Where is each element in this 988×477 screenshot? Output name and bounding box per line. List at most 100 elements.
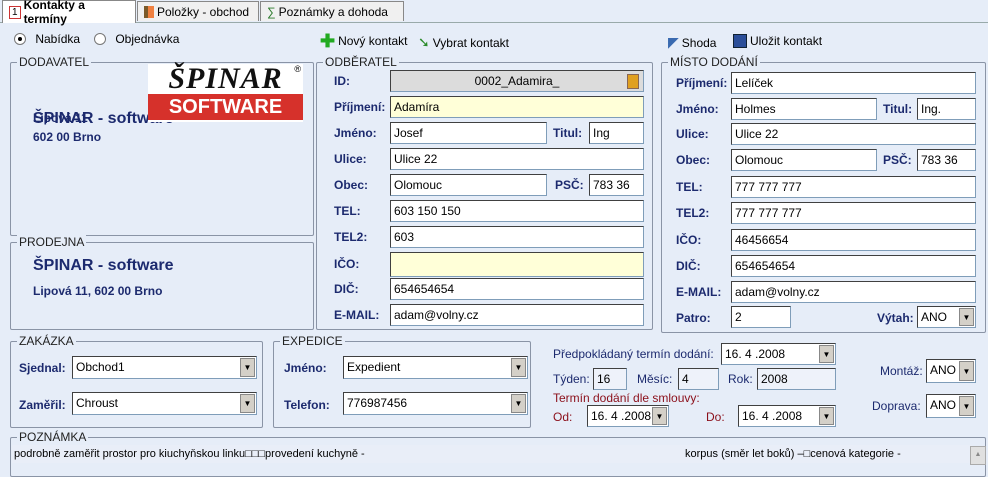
chevron-down-icon[interactable]: ▼ bbox=[240, 394, 255, 413]
match-button[interactable]: ◤ Shoda bbox=[668, 34, 716, 51]
to-label: Do: bbox=[706, 410, 725, 424]
note-textarea[interactable]: podrobně zaměřit prostor pro kiuchyňskou… bbox=[12, 445, 972, 463]
month-field[interactable]: 4 bbox=[678, 368, 719, 390]
email-field[interactable]: adam@volny.cz bbox=[390, 304, 644, 326]
tab-poznamky[interactable]: ∑ Poznámky a dohoda bbox=[260, 1, 404, 21]
chevron-down-icon[interactable]: ▼ bbox=[959, 361, 974, 381]
name-field[interactable]: Josef bbox=[390, 122, 547, 144]
shipping-name-label: Jméno: bbox=[284, 361, 327, 375]
email-label: E-MAIL: bbox=[334, 308, 380, 322]
tel-field[interactable]: 603 150 150 bbox=[390, 200, 644, 222]
chevron-down-icon[interactable]: ▼ bbox=[959, 396, 974, 416]
to-date-select[interactable]: 16. 4 .2008 ▼ bbox=[738, 405, 836, 427]
delivery-surname-label: Příjmení: bbox=[676, 76, 728, 90]
group-title: ZAKÁZKA bbox=[17, 334, 76, 348]
agreed-label: Sjednal: bbox=[19, 361, 66, 375]
lift-label: Výtah: bbox=[877, 311, 914, 325]
new-contact-button[interactable]: ✚ Nový kontakt bbox=[320, 31, 407, 51]
transport-select[interactable]: ANO ▼ bbox=[926, 394, 976, 418]
delivery-title-label: Titul: bbox=[883, 102, 913, 116]
ico-field[interactable] bbox=[390, 252, 644, 277]
radio-nabidka[interactable]: Nabídka bbox=[14, 32, 80, 46]
group-title: POZNÁMKA bbox=[17, 430, 89, 444]
tab-polozky[interactable]: Položky - obchod bbox=[137, 1, 259, 21]
delivery-email-field[interactable]: adam@volny.cz bbox=[731, 281, 976, 303]
group-title: DODAVATEL bbox=[17, 55, 92, 69]
zip-field[interactable]: 783 36 bbox=[589, 174, 644, 196]
delivery-name-field[interactable]: Holmes bbox=[731, 98, 877, 120]
expected-date-value: 16. 4 .2008 bbox=[725, 347, 786, 361]
name-label: Jméno: bbox=[334, 126, 377, 140]
delivery-tel-label: TEL: bbox=[676, 180, 703, 194]
street-label: Ulice: bbox=[334, 152, 367, 166]
city-label: Obec: bbox=[334, 178, 369, 192]
delivery-dic-field[interactable]: 654654654 bbox=[731, 255, 976, 277]
delivery-city-field[interactable]: Olomouc bbox=[731, 149, 877, 171]
year-field[interactable]: 2008 bbox=[757, 368, 836, 390]
chevron-down-icon[interactable]: ▼ bbox=[819, 407, 834, 425]
expected-date-label: Předpokládaný termín dodání: bbox=[553, 347, 714, 361]
delivery-dic-label: DIČ: bbox=[676, 259, 701, 273]
street-field[interactable]: Ulice 22 bbox=[390, 148, 644, 170]
tab-kontakty[interactable]: 1 Kontakty a termíny bbox=[2, 0, 136, 26]
measured-label: Zaměřil: bbox=[19, 398, 66, 412]
number-1-icon: 1 bbox=[9, 5, 21, 19]
agreed-select[interactable]: Obchod1 ▼ bbox=[72, 356, 257, 379]
transport-label: Doprava: bbox=[872, 399, 921, 413]
group-title: EXPEDICE bbox=[280, 334, 345, 348]
id-field[interactable]: 0002_Adamira_ bbox=[390, 70, 644, 92]
delivery-name-label: Jméno: bbox=[676, 102, 719, 116]
delivery-surname-field[interactable]: Lelíček bbox=[731, 72, 976, 94]
select-contact-button[interactable]: ➘ Vybrat kontakt bbox=[418, 34, 509, 51]
delivery-city-label: Obec: bbox=[676, 153, 711, 167]
plus-icon: ✚ bbox=[320, 31, 336, 51]
delivery-email-label: E-MAIL: bbox=[676, 285, 722, 299]
delivery-street-field[interactable]: Ulice 22 bbox=[731, 123, 976, 145]
chevron-down-icon[interactable]: ▼ bbox=[819, 345, 834, 363]
tel2-field[interactable]: 603 bbox=[390, 226, 644, 248]
delivery-ico-field[interactable]: 46456654 bbox=[731, 229, 976, 251]
delivery-tel2-field[interactable]: 777 777 777 bbox=[731, 202, 976, 224]
shop-name: ŠPINAR - software bbox=[33, 257, 174, 274]
shipping-name-select[interactable]: Expedient ▼ bbox=[343, 356, 528, 379]
ico-label: IČO: bbox=[334, 257, 360, 271]
city-field[interactable]: Olomouc bbox=[390, 174, 547, 196]
measured-select[interactable]: Chroust ▼ bbox=[72, 392, 257, 415]
tel-label: TEL: bbox=[334, 204, 361, 218]
chevron-down-icon[interactable]: ▼ bbox=[240, 358, 255, 377]
agreed-value: Obchod1 bbox=[76, 360, 125, 374]
dic-label: DIČ: bbox=[334, 282, 359, 296]
delivery-zip-field[interactable]: 783 36 bbox=[917, 149, 976, 171]
lift-select[interactable]: ANO ▼ bbox=[917, 306, 976, 328]
delivery-tel-field[interactable]: 777 777 777 bbox=[731, 176, 976, 198]
delivery-title-field[interactable]: Ing. bbox=[917, 98, 976, 120]
id-value: 0002_Adamira_ bbox=[474, 74, 560, 88]
match-arrow-icon: ◤ bbox=[668, 34, 679, 50]
delivery-ico-label: IČO: bbox=[676, 233, 702, 247]
radio-objednavka[interactable]: Objednávka bbox=[94, 32, 179, 46]
measured-value: Chroust bbox=[76, 396, 119, 410]
supplier-city: 602 00 Brno bbox=[33, 130, 102, 144]
week-label: Týden: bbox=[553, 372, 590, 386]
chevron-down-icon[interactable]: ▼ bbox=[511, 358, 526, 377]
dic-field[interactable]: 654654654 bbox=[390, 278, 644, 300]
chevron-down-icon[interactable]: ▼ bbox=[959, 308, 974, 326]
assembly-select[interactable]: ANO ▼ bbox=[926, 359, 976, 383]
year-label: Rok: bbox=[728, 372, 753, 386]
week-field[interactable]: 16 bbox=[593, 368, 627, 390]
surname-field[interactable]: Adamíra bbox=[390, 96, 644, 118]
door-icon bbox=[144, 5, 154, 18]
note-text-2: korpus (směr let boků) –□cenová kategori… bbox=[685, 448, 901, 460]
title-field[interactable]: Ing bbox=[589, 122, 644, 144]
chevron-down-icon[interactable]: ▼ bbox=[511, 394, 526, 413]
expected-date-select[interactable]: 16. 4 .2008 ▼ bbox=[721, 343, 836, 365]
chevron-down-icon[interactable]: ▼ bbox=[652, 407, 667, 425]
delivery-street-label: Ulice: bbox=[676, 127, 709, 141]
shipping-phone-select[interactable]: 776987456 ▼ bbox=[343, 392, 528, 415]
floor-field[interactable]: 2 bbox=[731, 306, 791, 328]
from-date-select[interactable]: 16. 4 .2008 ▼ bbox=[587, 405, 669, 427]
radio-unchecked-icon bbox=[94, 33, 106, 45]
save-contact-button[interactable]: Uložit kontakt bbox=[733, 34, 822, 48]
scroll-up-button[interactable]: ▲ bbox=[970, 446, 986, 465]
tel2-label: TEL2: bbox=[334, 230, 368, 244]
